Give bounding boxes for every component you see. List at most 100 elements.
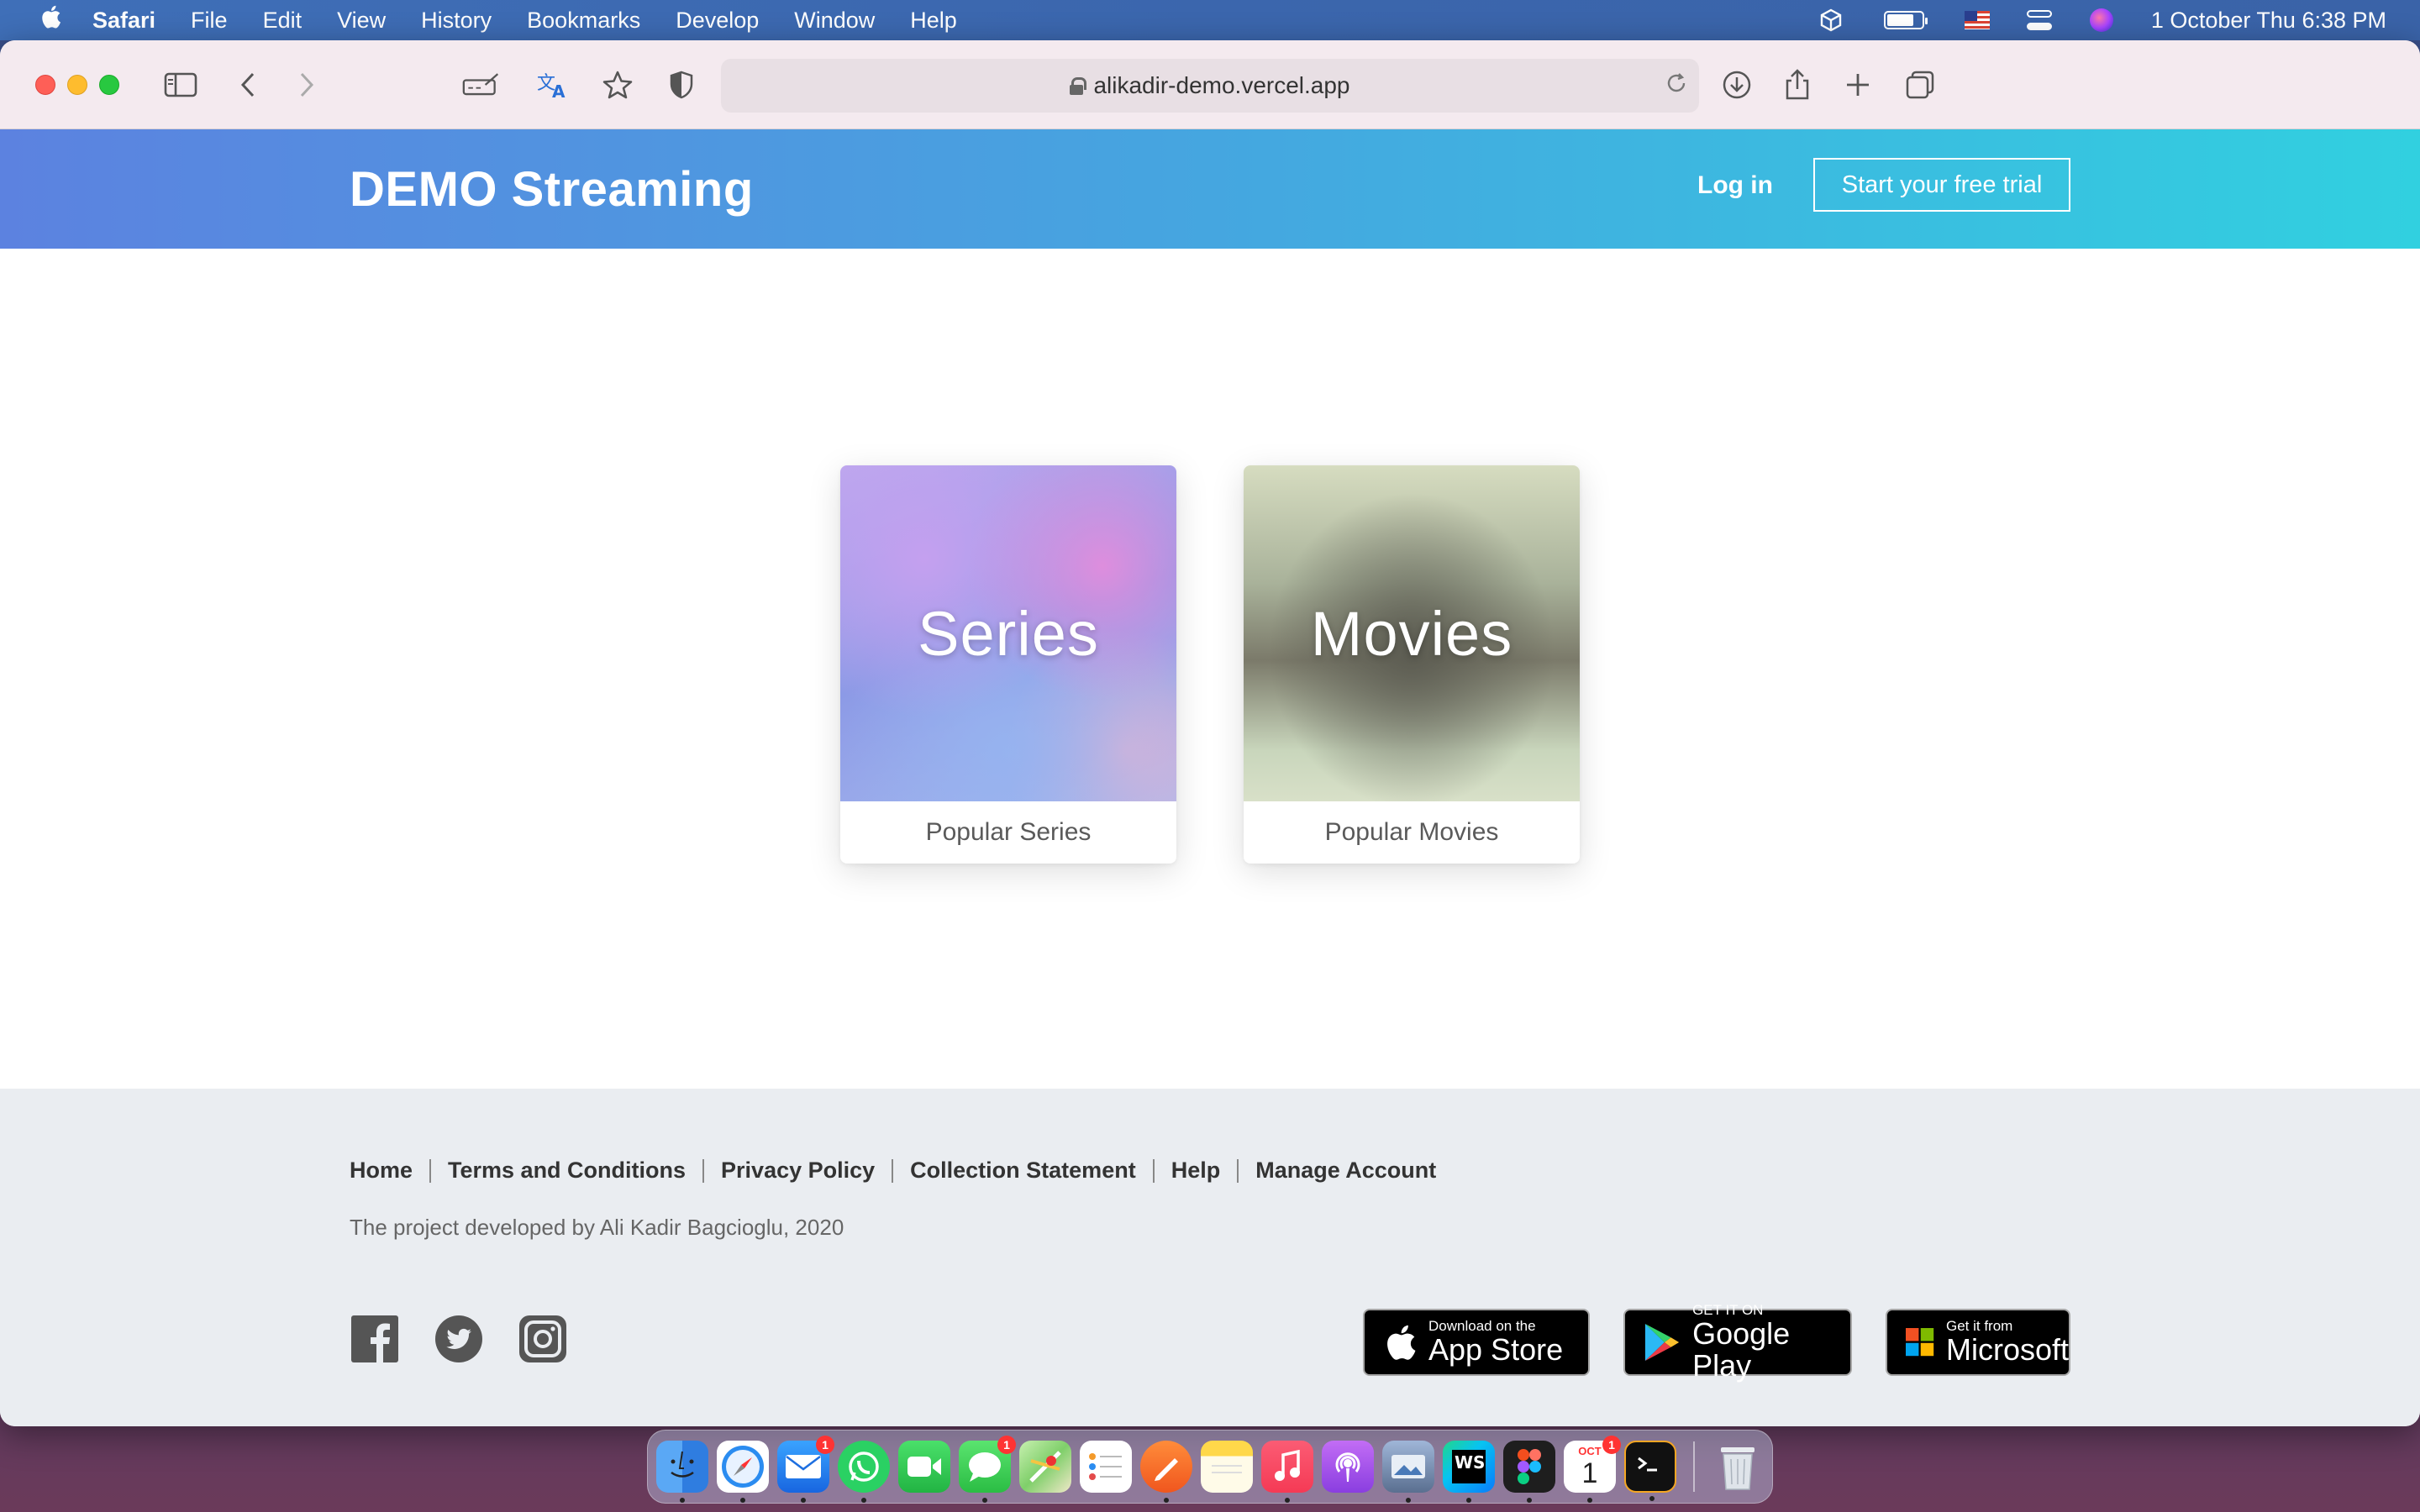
facebook-icon[interactable] [351,1315,398,1362]
microsoft-store-badge[interactable]: Get it from Microsoft [1886,1309,2070,1376]
music-icon[interactable] [1261,1441,1313,1503]
trash-icon[interactable] [1712,1441,1764,1493]
series-card[interactable]: Series Popular Series [840,465,1176,864]
social-links [351,1315,566,1362]
site-header: DEMO Streaming Log in Start your free tr… [0,129,2420,249]
browser-toolbar: 文A alikadir-demo.vercel.app [0,40,2420,129]
menu-help[interactable]: Help [910,8,957,34]
minimize-window-button[interactable] [67,74,87,95]
reminders-icon[interactable] [1080,1441,1132,1493]
footer-credit: The project developed by Ali Kadir Bagci… [350,1215,844,1240]
webstorm-label: WS [1452,1450,1486,1483]
menu-bookmarks[interactable]: Bookmarks [527,8,640,34]
dock: 1 1 WS OCT 1 1 [647,1430,1773,1504]
footer-link-manage-account[interactable]: Manage Account [1255,1158,1436,1184]
address-bar[interactable]: alikadir-demo.vercel.app [721,59,1699,113]
messages-badge: 1 [997,1436,1016,1454]
svg-text:A: A [552,81,566,99]
movies-caption[interactable]: Popular Movies [1244,801,1580,864]
footer-separator [429,1158,432,1183]
menu-window[interactable]: Window [794,8,875,34]
mail-badge: 1 [816,1436,834,1454]
us-flag-input-icon[interactable] [1964,9,1990,31]
footer-link-home[interactable]: Home [350,1158,413,1184]
back-icon[interactable] [229,66,267,104]
menu-app-name[interactable]: Safari [92,8,155,34]
edit-bookmark-icon[interactable] [462,66,501,104]
series-thumbnail[interactable]: Series [840,465,1176,801]
app-store-big-text: App Store [1428,1332,1564,1367]
menu-edit[interactable]: Edit [263,8,302,34]
footer-separator [702,1158,705,1183]
facetime-icon[interactable] [898,1441,950,1493]
tab-overview-icon[interactable] [1901,66,1939,104]
notes-icon[interactable] [1201,1441,1253,1493]
series-caption[interactable]: Popular Series [840,801,1176,864]
zoom-window-button[interactable] [99,74,119,95]
share-icon[interactable] [1778,66,1817,104]
instagram-icon[interactable] [519,1315,566,1362]
microsoft-logo-icon [1906,1328,1934,1357]
movies-thumbnail-title: Movies [1310,598,1513,669]
footer-link-help[interactable]: Help [1171,1158,1221,1184]
site-footer: Home Terms and Conditions Privacy Policy… [0,1089,2420,1426]
calendar-day: 1 [1581,1457,1598,1489]
footer-link-collection[interactable]: Collection Statement [910,1158,1136,1184]
sidebar-toggle-icon[interactable] [161,66,200,104]
menu-clock[interactable]: 1 October Thu 6:38 PM [2151,8,2386,34]
google-play-badge[interactable]: GET IT ON Google Play [1623,1303,1852,1382]
google-play-big-text: Google Play [1692,1316,1791,1383]
finder-icon[interactable] [656,1441,708,1503]
web-page: DEMO Streaming Log in Start your free tr… [0,129,2420,1426]
webstorm-icon[interactable]: WS [1443,1441,1495,1503]
menu-file[interactable]: File [191,8,228,34]
footer-link-terms[interactable]: Terms and Conditions [448,1158,686,1184]
terminal-icon[interactable] [1624,1441,1676,1501]
siri-icon[interactable] [2089,8,2114,32]
series-thumbnail-title: Series [918,598,1099,669]
downloads-icon[interactable] [1718,66,1756,104]
footer-separator [892,1158,894,1183]
mail-icon[interactable]: 1 [777,1436,834,1503]
battery-icon[interactable] [1881,9,1928,31]
maps-icon[interactable] [1019,1441,1071,1493]
figma-icon[interactable] [1503,1441,1555,1503]
menu-develop[interactable]: Develop [676,8,759,34]
footer-separator [1152,1158,1155,1183]
footer-link-privacy[interactable]: Privacy Policy [721,1158,875,1184]
translate-icon[interactable]: 文A [534,66,573,104]
footer-nav: Home Terms and Conditions Privacy Policy… [350,1158,1436,1184]
movies-card[interactable]: Movies Popular Movies [1244,465,1580,864]
google-play-icon [1644,1323,1680,1362]
menu-history[interactable]: History [421,8,492,34]
calendar-icon[interactable]: OCT 1 1 [1564,1436,1621,1503]
messages-icon[interactable]: 1 [959,1436,1016,1503]
login-link[interactable]: Log in [1697,171,1773,200]
twitter-icon[interactable] [435,1315,482,1362]
window-controls [35,74,119,95]
lock-icon [1070,77,1087,95]
free-trial-button[interactable]: Start your free trial [1813,158,2070,212]
app-store-badge[interactable]: Download on the App Store [1363,1309,1590,1376]
apple-logo-icon [1387,1325,1416,1360]
movies-thumbnail[interactable]: Movies [1244,465,1580,801]
reload-icon[interactable] [1665,72,1687,100]
site-logo[interactable]: DEMO Streaming [350,161,754,218]
forward-icon[interactable] [287,66,326,104]
browser-window: 文A alikadir-demo.vercel.app DEMO Streami… [0,40,2420,1426]
calendar-badge: 1 [1602,1436,1621,1454]
pages-icon[interactable] [1140,1441,1192,1503]
menu-view[interactable]: View [337,8,386,34]
podcasts-icon[interactable] [1322,1441,1374,1493]
apple-menu-icon[interactable] [34,4,67,36]
control-center-icon[interactable] [2026,9,2052,31]
microsoft-big-text: Microsoft [1945,1332,2069,1367]
box-status-icon[interactable] [1818,8,1844,32]
close-window-button[interactable] [35,74,55,95]
preview-icon[interactable] [1382,1441,1434,1503]
whatsapp-icon[interactable] [838,1441,890,1503]
new-tab-icon[interactable] [1839,66,1877,104]
privacy-shield-icon[interactable] [662,66,701,104]
favorite-star-icon[interactable] [598,66,637,104]
safari-icon[interactable] [717,1441,769,1503]
